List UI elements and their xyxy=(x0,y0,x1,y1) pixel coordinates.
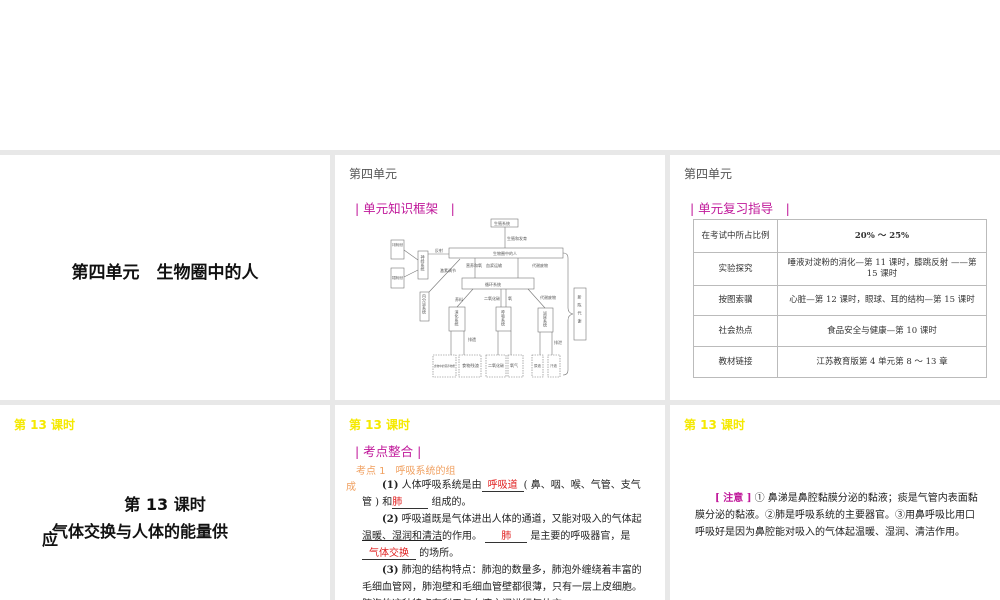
slide-thumbnail-1[interactable]: 第四单元 生物圈中的人 xyxy=(0,155,330,400)
table-row: 实验探究 唾液对淀粉的消化—第 11 课时，膝跳反射 ——第 15 课时 xyxy=(693,252,987,286)
underlined-text: 温暖、湿润和清洁 xyxy=(362,531,442,542)
table-cell-key: 在考试中所占比例 xyxy=(693,219,778,253)
diagram-label: 汗液 xyxy=(550,363,558,368)
slide-thumbnail-4[interactable]: 第 13 课时 第 13 课时 气体交换与人体的能量供 应 xyxy=(0,405,330,600)
note-label: [ 注意 ] xyxy=(715,493,752,504)
table-cell-key: 按图索骥 xyxy=(693,285,778,316)
diagram-label: 二氧化碳 xyxy=(488,362,504,368)
slide-title: 第四单元 生物圈中的人 xyxy=(71,263,259,283)
table-cell-key: 实验探究 xyxy=(693,252,778,286)
exam-point-heading-cont: 成 xyxy=(346,482,356,493)
text: 人体呼吸系统是由 xyxy=(398,480,482,491)
text: 是主要的呼吸器官，是 xyxy=(527,531,631,542)
diagram-label: 周围神经系统 xyxy=(392,275,403,280)
text: 肺泡的结构特点：肺泡的数量多，肺泡外缠绕着丰富的毛细血管网，肺泡壁和毛细血管壁都… xyxy=(362,565,642,600)
paragraph-2: (2) 呼吸道既是气体进出人体的通道，又能对吸入的气体起温暖、湿润和清洁的作用。… xyxy=(362,511,647,562)
table-row: 在考试中所占比例 20% ～ 25% xyxy=(693,219,987,253)
diagram-label: 神经系统 xyxy=(421,254,426,272)
knowledge-framework-diagram: 生殖系统 生殖和发育 生物圈中的人 中枢神经系统 周围神经系统 神经系统 反射 … xyxy=(390,218,587,378)
section-heading: | 考点整合 | xyxy=(355,444,422,459)
diagram-label: 新陈代谢 xyxy=(578,294,583,327)
text: 的场所。 xyxy=(416,548,460,559)
text: 的作用。 xyxy=(442,531,482,542)
item-number: (2) xyxy=(382,514,399,525)
table-cell-key: 教材链接 xyxy=(693,346,778,378)
diagram-label: 排遗 xyxy=(468,336,476,342)
slide-thumbnail-6[interactable]: 第 13 课时 [ 注意 ] ① 鼻涕是鼻腔黏膜分泌的黏液；痰是气管内表面黏膜分… xyxy=(670,405,1000,600)
review-guide-table: 在考试中所占比例 20% ～ 25% 实验探究 唾液对淀粉的消化—第 11 课时，膝… xyxy=(693,219,987,378)
lesson-label: 第 13 课时 xyxy=(684,418,746,432)
slide-thumbnail-3[interactable]: 第四单元 | 单元复习指导 | 在考试中所占比例 20% ～ 25% 实验探究 唾液… xyxy=(670,155,1000,400)
answer-blank: 气体交换 xyxy=(362,548,416,560)
slide-thumbnail-5[interactable]: 第 13 课时 | 考点整合 | 考点 1 呼吸系统的组 成 (1) 人体呼吸系… xyxy=(335,405,665,600)
table-cell-key: 社会热点 xyxy=(693,315,778,347)
slide-thumbnail-2[interactable]: 第四单元 | 单元知识框架 | 生殖系统 生殖和发育 生物圈中的人 中枢神经系统… xyxy=(335,155,665,400)
diagram-label: 食物残渣 xyxy=(462,362,479,368)
item-number: (3) xyxy=(382,565,399,576)
note-paragraph: [ 注意 ] ① 鼻涕是鼻腔黏膜分泌的黏液；痰是气管内表面黏膜分泌的黏液。②肺是… xyxy=(695,490,980,541)
diagram-label: 氧气 xyxy=(510,362,518,368)
diagram-label: 养料 xyxy=(455,296,463,302)
diagram-label: 食物中的营养物质 xyxy=(434,363,455,368)
diagram-label: 中枢神经系统 xyxy=(392,242,403,247)
diagram-label: 代谢废物 xyxy=(532,262,548,268)
text: 组成的。 xyxy=(428,497,472,508)
exam-point-heading: 考点 1 呼吸系统的组 xyxy=(356,466,456,477)
lesson-label: 第 13 课时 xyxy=(14,418,76,432)
lesson-label: 第 13 课时 xyxy=(349,418,411,432)
table-cell-value: 江苏教育版第 4 单元第 8 ～ 13 章 xyxy=(777,346,987,378)
diagram-label: 排泄 xyxy=(554,339,562,345)
answer-blank: 呼吸道 xyxy=(481,480,524,492)
diagram-label: 生殖系统 xyxy=(494,220,510,226)
unit-label: 第四单元 xyxy=(684,167,733,181)
table-row: 教材链接 江苏教育版第 4 单元第 8 ～ 13 章 xyxy=(693,346,987,378)
answer-blank: 肺 xyxy=(485,531,528,543)
diagram-label: 代谢废物 xyxy=(540,294,556,300)
table-cell-value: 心脏—第 12 课时，眼球、耳的结构—第 15 课时 xyxy=(777,285,987,316)
diagram-label: 生物圈中的人 xyxy=(493,250,517,256)
table-row: 按图索骥 心脏—第 12 课时，眼球、耳的结构—第 15 课时 xyxy=(693,285,987,316)
diagram-label: 内分泌系统 xyxy=(422,293,427,315)
paragraph-3: (3) 肺泡的结构特点：肺泡的数量多，肺泡外缠绕着丰富的毛细血管网，肺泡壁和毛细… xyxy=(362,562,647,600)
lesson-title: 第 13 课时 xyxy=(124,495,206,514)
table-cell-value: 20% ～ 25% xyxy=(777,219,987,253)
diagram-label: 反射 xyxy=(435,247,443,253)
diagram-label: 激素调节 xyxy=(440,267,456,273)
text: 呼吸道既是气体进出人体的通道，又能对吸入的气体起 xyxy=(398,514,642,525)
table-cell-value: 食品安全与健康—第 10 课时 xyxy=(777,315,987,347)
diagram-label: 生殖和发育 xyxy=(507,235,527,241)
diagram-label: 氧 xyxy=(508,295,512,301)
diagram-label: 泌尿系统 xyxy=(543,310,548,328)
section-heading: | 单元复习指导 | xyxy=(690,201,790,216)
diagram-label: 呼吸系统 xyxy=(501,309,506,327)
diagram-label: 血浆运输 xyxy=(486,262,502,268)
diagram-label: 循环系统 xyxy=(485,281,501,287)
diagram-label: 营养和氧 xyxy=(466,262,482,268)
lesson-subtitle-overflow: 应 xyxy=(42,530,59,549)
paragraph-1: (1) 人体呼吸系统是由 呼吸道( 鼻、咽、喉、气管、支气管 ) 和肺 组成的。 xyxy=(362,477,647,511)
item-number: (1) xyxy=(382,480,399,491)
answer-blank: 肺 xyxy=(392,497,429,509)
top-blank-area xyxy=(0,0,1000,150)
table-cell-value: 唾液对淀粉的消化—第 11 课时，膝跳反射 ——第 15 课时 xyxy=(777,252,987,286)
diagram-label: 二氧化碳 xyxy=(484,295,500,301)
table-row: 社会热点 食品安全与健康—第 10 课时 xyxy=(693,315,987,347)
diagram-label: 尿液 xyxy=(534,363,542,368)
diagram-label: 消化系统 xyxy=(455,309,460,327)
lesson-subtitle: 气体交换与人体的能量供 xyxy=(52,522,229,541)
